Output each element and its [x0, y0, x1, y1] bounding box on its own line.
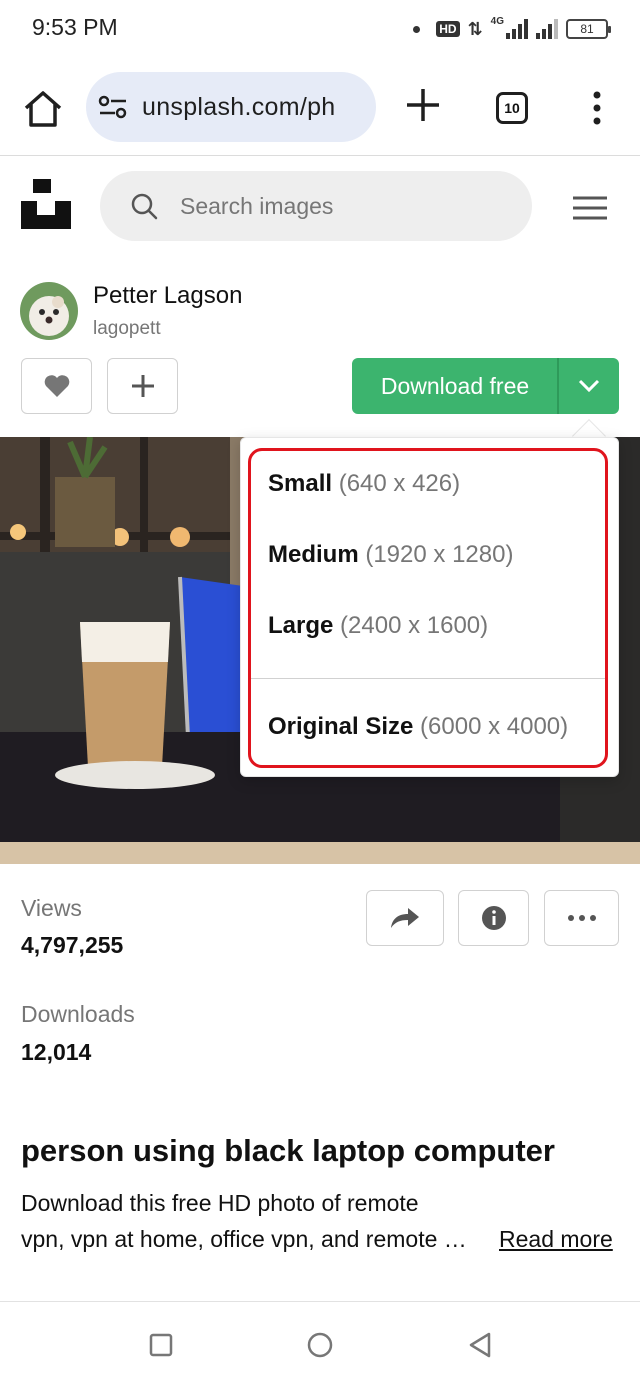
- author-name[interactable]: Petter Lagson: [93, 282, 242, 310]
- browser-toolbar: unsplash.com/ph 10: [0, 62, 640, 156]
- read-more-link[interactable]: Read more: [499, 1226, 613, 1253]
- system-nav-bar: [0, 1301, 640, 1386]
- status-bar: 9:53 PM HD ⇅ 4G 81: [0, 0, 640, 60]
- search-input[interactable]: [180, 192, 500, 220]
- site-settings-icon[interactable]: [98, 95, 128, 119]
- add-to-collection-button[interactable]: [107, 358, 178, 414]
- network-type-label: 4G: [490, 15, 504, 27]
- tab-switcher-button[interactable]: 10: [496, 92, 528, 124]
- author-avatar[interactable]: [20, 282, 78, 340]
- size-dimensions: (640 x 426): [338, 470, 461, 497]
- size-label: Medium: [268, 541, 359, 568]
- share-arrow-icon: [391, 908, 419, 928]
- home-icon[interactable]: [22, 88, 64, 130]
- back-triangle-icon[interactable]: [465, 1330, 495, 1360]
- author-handle[interactable]: lagopett: [93, 318, 161, 340]
- like-button[interactable]: [21, 358, 92, 414]
- address-bar[interactable]: unsplash.com/ph: [86, 72, 376, 142]
- download-button[interactable]: Download free: [352, 358, 558, 414]
- site-header: [0, 157, 640, 257]
- hamburger-menu-icon[interactable]: [572, 195, 608, 221]
- recent-apps-icon[interactable]: [146, 1330, 176, 1360]
- photo-title: person using black laptop computer: [21, 1133, 555, 1168]
- chevron-down-icon: [578, 379, 600, 393]
- battery-icon: 81: [566, 19, 611, 39]
- photo-description: Download this free HD photo of remote: [21, 1190, 419, 1216]
- browser-menu-icon[interactable]: [588, 90, 606, 126]
- size-dimensions: (2400 x 1600): [340, 612, 489, 639]
- new-tab-icon[interactable]: [404, 86, 442, 124]
- status-time: 9:53 PM: [32, 14, 118, 40]
- signal-strength-icon: [506, 19, 528, 39]
- download-size-original[interactable]: Original Size (6000 x 4000): [268, 713, 568, 741]
- download-size-medium[interactable]: Medium (1920 x 1280): [268, 541, 513, 569]
- url-text: unsplash.com/ph: [142, 92, 336, 121]
- info-button[interactable]: [458, 890, 529, 946]
- downloads-value: 12,014: [21, 1039, 92, 1065]
- size-label: Large: [268, 612, 334, 639]
- hd-voice-icon: HD: [436, 21, 460, 37]
- search-icon: [131, 193, 158, 220]
- data-transfer-icon: ⇅: [467, 18, 483, 39]
- size-label: Original Size: [268, 713, 414, 740]
- unsplash-logo-icon[interactable]: [21, 179, 71, 229]
- size-dimensions: (1920 x 1280): [365, 541, 514, 568]
- info-icon: [481, 906, 506, 930]
- ellipsis-icon: [567, 915, 596, 921]
- downloads-label: Downloads: [21, 1001, 135, 1027]
- more-actions-button[interactable]: [544, 890, 619, 946]
- notification-dot-icon: [413, 25, 421, 33]
- size-dimensions: (6000 x 4000): [420, 713, 569, 740]
- photo-description-continued: vpn, vpn at home, office vpn, and remote…: [21, 1226, 467, 1252]
- status-icons: HD ⇅ 4G 81: [413, 14, 611, 44]
- share-button[interactable]: [366, 890, 444, 946]
- download-size-small[interactable]: Small (640 x 426): [268, 470, 460, 498]
- search-box[interactable]: [100, 171, 532, 241]
- menu-divider: [250, 678, 607, 679]
- heart-icon: [44, 375, 69, 397]
- plus-icon: [131, 375, 154, 397]
- signal-strength-2-icon: [536, 19, 558, 39]
- size-label: Small: [268, 470, 333, 497]
- views-value: 4,797,255: [21, 932, 124, 958]
- download-size-large[interactable]: Large (2400 x 1600): [268, 612, 488, 640]
- views-label: Views: [21, 895, 82, 921]
- download-options-button[interactable]: [559, 358, 619, 414]
- home-circle-icon[interactable]: [305, 1330, 335, 1360]
